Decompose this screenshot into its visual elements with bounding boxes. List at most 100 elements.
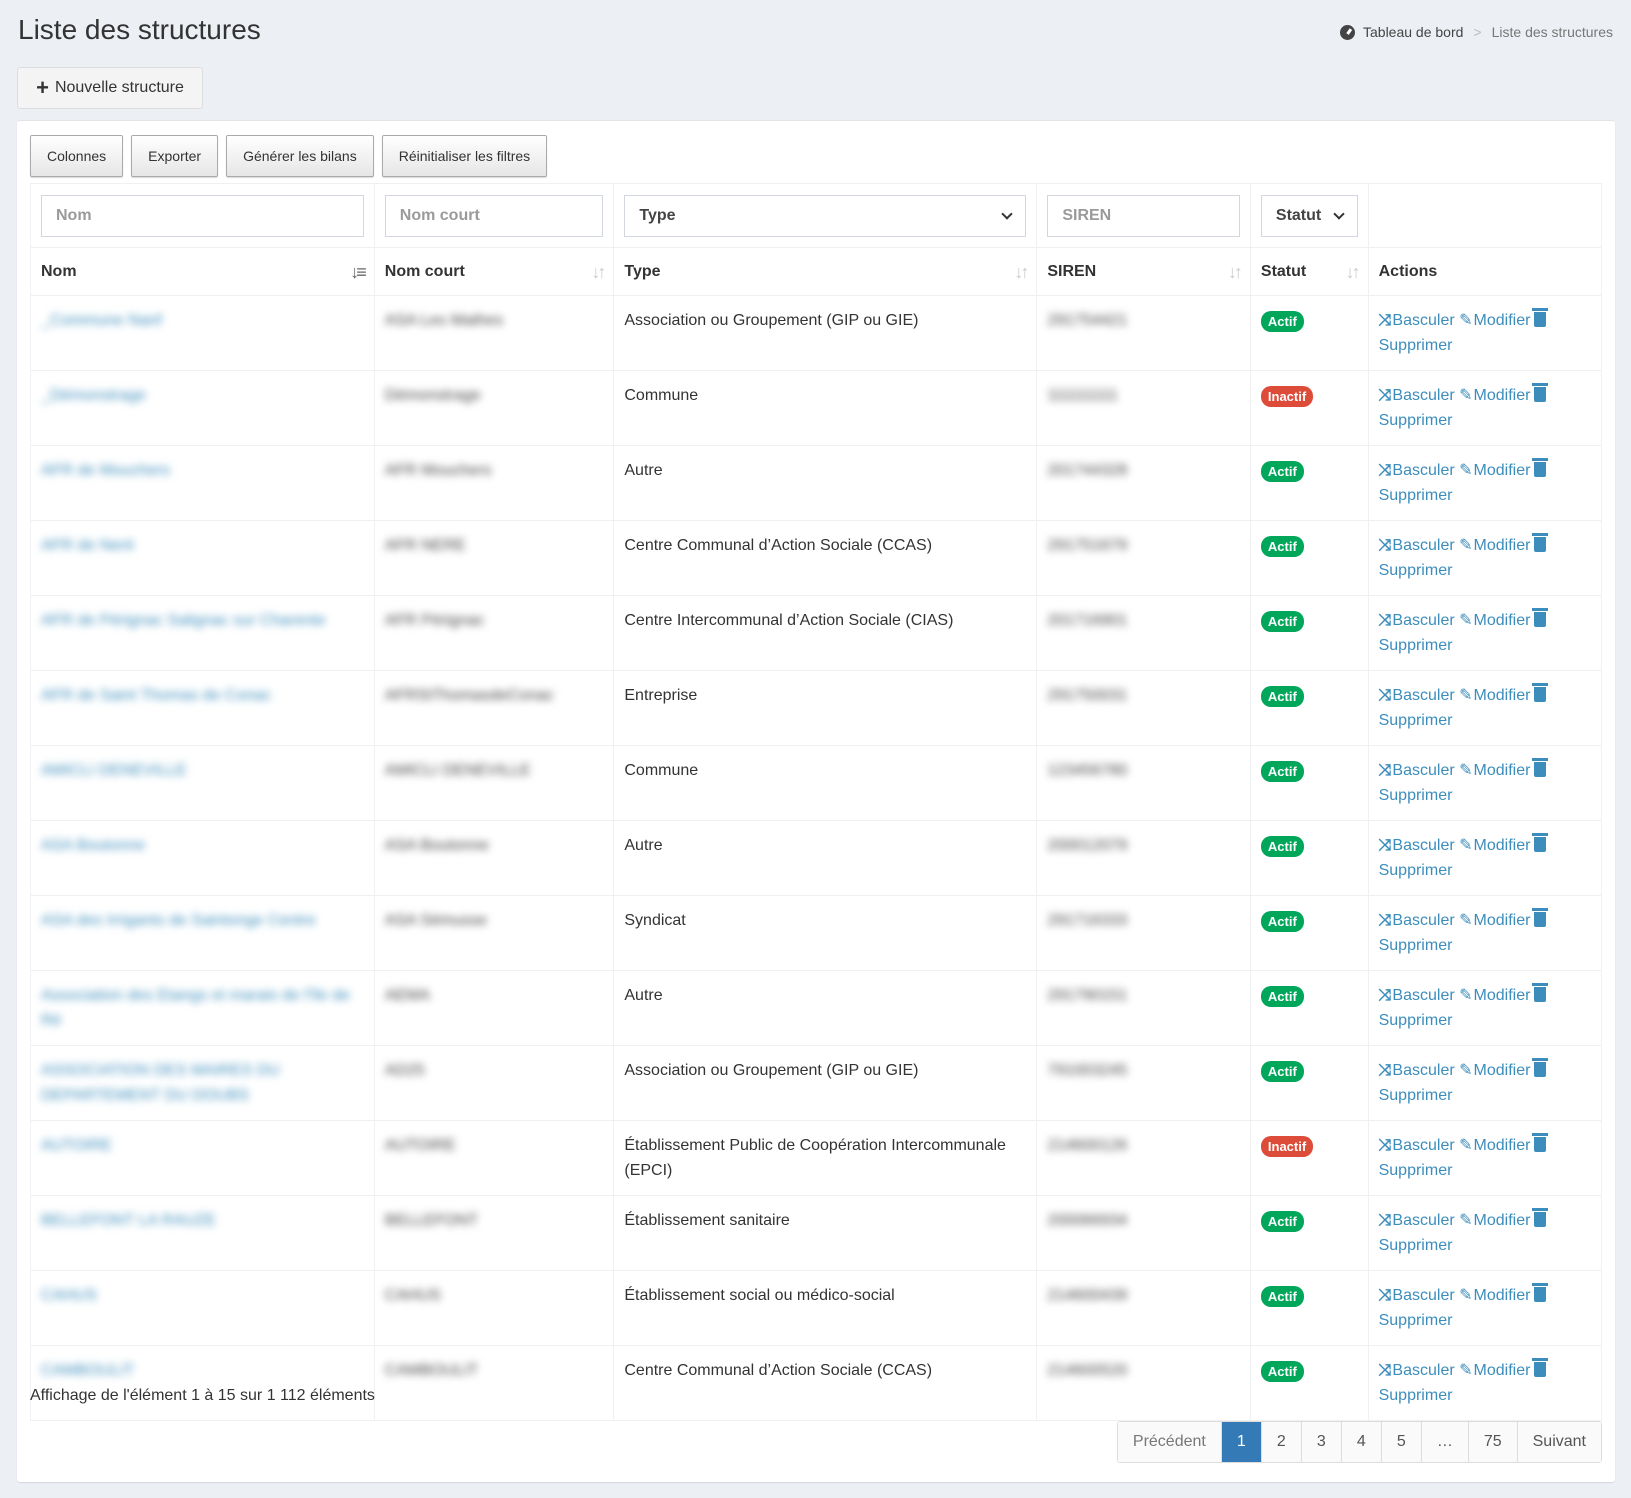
edit-action[interactable]: ✎Modifier bbox=[1459, 387, 1530, 404]
delete-action[interactable]: Supprimer bbox=[1379, 862, 1453, 879]
toggle-action[interactable]: ⤨Basculer bbox=[1379, 312, 1455, 329]
edit-action[interactable]: ✎Modifier bbox=[1459, 912, 1530, 929]
toggle-action[interactable]: ⤨Basculer bbox=[1379, 612, 1455, 629]
pagination-page-1[interactable]: 1 bbox=[1220, 1422, 1261, 1462]
type-filter-select[interactable]: Type bbox=[624, 194, 1027, 237]
structure-name-link[interactable]: _Commune Nanf bbox=[41, 312, 162, 329]
pagination-page-5[interactable]: 5 bbox=[1380, 1422, 1421, 1462]
toggle-action[interactable]: ⤨Basculer bbox=[1379, 537, 1455, 554]
delete-action[interactable]: Supprimer bbox=[1379, 562, 1453, 579]
type-value: Syndicat bbox=[624, 912, 686, 929]
edit-action[interactable]: ✎Modifier bbox=[1459, 1137, 1530, 1154]
structure-name-link[interactable]: AMICLI DENEVILLE bbox=[41, 762, 187, 779]
delete-action[interactable]: Supprimer bbox=[1379, 337, 1453, 354]
structure-name-link[interactable]: CAHUS bbox=[41, 1287, 97, 1304]
siren-filter-input[interactable] bbox=[1047, 194, 1240, 237]
export-button[interactable]: Exporter bbox=[131, 135, 219, 177]
breadcrumb: Tableau de bord > Liste des structures bbox=[1340, 24, 1613, 40]
toggle-action[interactable]: ⤨Basculer bbox=[1379, 1287, 1455, 1304]
delete-action[interactable]: Supprimer bbox=[1379, 1087, 1453, 1104]
delete-action[interactable]: Supprimer bbox=[1379, 787, 1453, 804]
pagination-page-75[interactable]: 75 bbox=[1467, 1422, 1517, 1462]
structure-name-link[interactable]: AFR de Pérignac Salignac sur Charente bbox=[41, 612, 326, 629]
shuffle-icon: ⤨ bbox=[1378, 912, 1392, 929]
toggle-action[interactable]: ⤨Basculer bbox=[1379, 462, 1455, 479]
column-header-type[interactable]: Type ↓↑ bbox=[613, 247, 1038, 296]
column-header-siren[interactable]: SIREN ↓↑ bbox=[1036, 247, 1251, 296]
actions-cell: ⤨Basculer ✎Modifier Supprimer bbox=[1367, 970, 1603, 1046]
structure-name-link[interactable]: CAMBOULIT bbox=[41, 1362, 134, 1379]
pagination-page-2[interactable]: 2 bbox=[1260, 1422, 1301, 1462]
edit-action[interactable]: ✎Modifier bbox=[1459, 837, 1530, 854]
edit-action[interactable]: ✎Modifier bbox=[1459, 987, 1530, 1004]
short-name-cell: AUTOIRE bbox=[373, 1120, 615, 1196]
delete-action[interactable]: Supprimer bbox=[1379, 637, 1453, 654]
pagination-next[interactable]: Suivant bbox=[1516, 1422, 1601, 1462]
reset-filters-button[interactable]: Réinitialiser les filtres bbox=[381, 135, 548, 177]
toggle-action[interactable]: ⤨Basculer bbox=[1379, 987, 1455, 1004]
toggle-action[interactable]: ⤨Basculer bbox=[1379, 762, 1455, 779]
delete-action[interactable]: Supprimer bbox=[1379, 412, 1453, 429]
trash-icon bbox=[1532, 458, 1549, 477]
edit-action[interactable]: ✎Modifier bbox=[1459, 537, 1530, 554]
pagination-page-3[interactable]: 3 bbox=[1300, 1422, 1341, 1462]
column-header-status[interactable]: Statut ↓↑ bbox=[1249, 247, 1369, 296]
structure-name-link[interactable]: AFR de Mouchers bbox=[41, 462, 170, 479]
structure-name-link[interactable]: AFR de Nerè bbox=[41, 537, 134, 554]
edit-action[interactable]: ✎Modifier bbox=[1459, 762, 1530, 779]
status-filter-select[interactable]: Statut bbox=[1260, 194, 1358, 237]
structure-name-link[interactable]: BELLEFONT LA RAUZE bbox=[41, 1212, 216, 1229]
toggle-action[interactable]: ⤨Basculer bbox=[1379, 687, 1455, 704]
chevron-down-icon bbox=[1332, 207, 1345, 220]
toggle-action[interactable]: ⤨Basculer bbox=[1379, 387, 1455, 404]
edit-action[interactable]: ✎Modifier bbox=[1459, 1362, 1530, 1379]
structure-name-link[interactable]: ASSOCIATION DES MAIRES DU DEPARTEMENT DU… bbox=[41, 1062, 280, 1104]
generate-reports-button[interactable]: Générer les bilans bbox=[226, 135, 374, 177]
name-filter-input[interactable] bbox=[41, 194, 364, 237]
toggle-action[interactable]: ⤨Basculer bbox=[1379, 1362, 1455, 1379]
edit-action[interactable]: ✎Modifier bbox=[1459, 612, 1530, 629]
type-cell: Commune bbox=[613, 745, 1038, 821]
delete-action[interactable]: Supprimer bbox=[1379, 487, 1453, 504]
new-structure-button[interactable]: + Nouvelle structure bbox=[17, 67, 203, 109]
structure-name-link[interactable]: ASA Boutonne bbox=[41, 837, 145, 854]
structure-name-link[interactable]: _Démonstrage bbox=[41, 387, 146, 404]
column-header-name[interactable]: Nom ↓≡ bbox=[30, 247, 375, 296]
actions-cell: ⤨Basculer ✎Modifier Supprimer bbox=[1367, 595, 1603, 671]
toggle-action[interactable]: ⤨Basculer bbox=[1379, 912, 1455, 929]
actions-cell: ⤨Basculer ✎Modifier Supprimer bbox=[1367, 745, 1603, 821]
pagination-page-4[interactable]: 4 bbox=[1340, 1422, 1381, 1462]
edit-action[interactable]: ✎Modifier bbox=[1459, 312, 1530, 329]
pagination-previous[interactable]: Précédent bbox=[1117, 1422, 1221, 1462]
edit-action[interactable]: ✎Modifier bbox=[1459, 462, 1530, 479]
delete-action[interactable]: Supprimer bbox=[1379, 937, 1453, 954]
toggle-action[interactable]: ⤨Basculer bbox=[1379, 1137, 1455, 1154]
delete-action[interactable]: Supprimer bbox=[1379, 712, 1453, 729]
delete-action[interactable]: Supprimer bbox=[1379, 1012, 1453, 1029]
structure-name-link[interactable]: AUTOIRE bbox=[41, 1137, 112, 1154]
toggle-action[interactable]: ⤨Basculer bbox=[1379, 1062, 1455, 1079]
toggle-action[interactable]: ⤨Basculer bbox=[1379, 837, 1455, 854]
column-header-short-name[interactable]: Nom court ↓↑ bbox=[373, 247, 615, 296]
delete-action[interactable]: Supprimer bbox=[1379, 1387, 1453, 1404]
structure-name-link[interactable]: ASA des Irrigants de Saintonge Centre bbox=[41, 912, 316, 929]
edit-action[interactable]: ✎Modifier bbox=[1459, 687, 1530, 704]
status-cell: Actif bbox=[1249, 745, 1369, 821]
edit-action[interactable]: ✎Modifier bbox=[1459, 1212, 1530, 1229]
structure-name-link[interactable]: AFR de Saint Thomas de Conac bbox=[41, 687, 271, 704]
edit-action[interactable]: ✎Modifier bbox=[1459, 1062, 1530, 1079]
status-badge: Actif bbox=[1260, 461, 1304, 482]
columns-button[interactable]: Colonnes bbox=[30, 135, 124, 177]
delete-action[interactable]: Supprimer bbox=[1379, 1237, 1453, 1254]
type-cell: Établissement social ou médico-social bbox=[613, 1270, 1038, 1346]
short-name-cell: AFRStThomasdeConac bbox=[373, 670, 615, 746]
delete-action[interactable]: Supprimer bbox=[1379, 1162, 1453, 1179]
short-name-cell: AEMA bbox=[373, 970, 615, 1046]
delete-action[interactable]: Supprimer bbox=[1379, 1312, 1453, 1329]
edit-action[interactable]: ✎Modifier bbox=[1459, 1287, 1530, 1304]
breadcrumb-home-link[interactable]: Tableau de bord bbox=[1340, 24, 1463, 40]
short-name-filter-input[interactable] bbox=[384, 194, 604, 237]
actions-cell: ⤨Basculer ✎Modifier Supprimer bbox=[1367, 520, 1603, 596]
structure-name-link[interactable]: Association des Etangs et marais de l'îl… bbox=[41, 987, 350, 1029]
toggle-action[interactable]: ⤨Basculer bbox=[1379, 1212, 1455, 1229]
